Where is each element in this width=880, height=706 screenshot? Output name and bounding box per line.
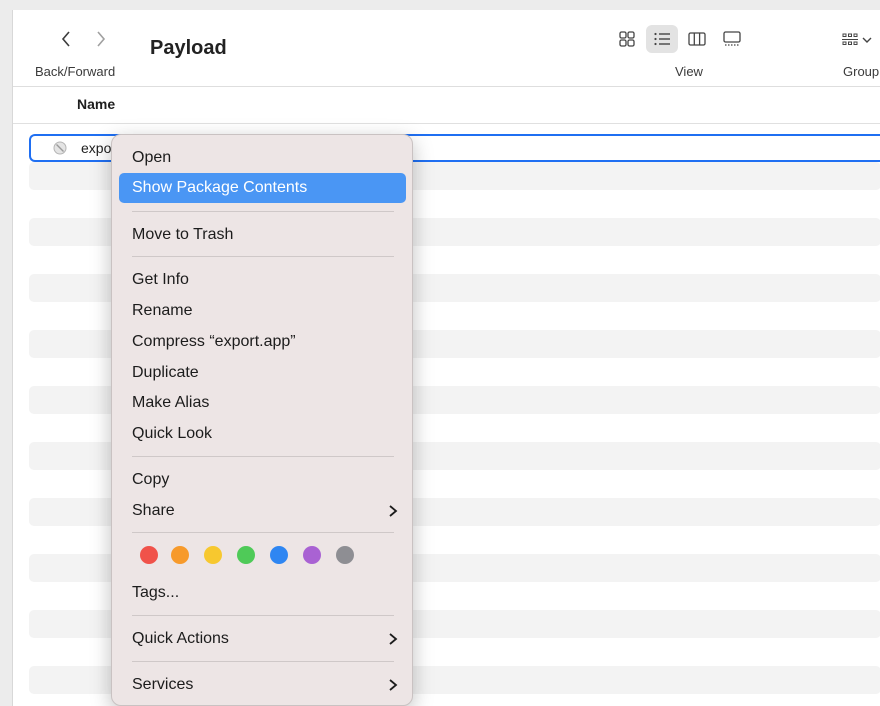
icon-view-button[interactable] — [611, 25, 643, 53]
group-icon — [842, 33, 858, 45]
menu-separator — [132, 456, 394, 457]
menu-separator — [132, 211, 394, 212]
menu-separator — [132, 532, 394, 533]
menu-item-quick-look[interactable]: Quick Look — [119, 419, 406, 449]
menu-item-label: Duplicate — [132, 364, 199, 381]
chevron-right-icon — [389, 633, 398, 645]
app-icon — [53, 141, 67, 155]
menu-item-tags[interactable]: Tags... — [119, 578, 406, 608]
back-button[interactable] — [55, 26, 77, 52]
menu-item-label: Move to Trash — [132, 226, 234, 243]
menu-item-label: Services — [132, 676, 194, 693]
menu-item-open[interactable]: Open — [119, 143, 406, 173]
column-header[interactable]: Name — [13, 87, 880, 124]
tag-purple[interactable] — [303, 546, 321, 564]
tag-blue[interactable] — [270, 546, 288, 564]
menu-item-label: Make Alias — [132, 394, 210, 411]
menu-item-show-package-contents[interactable]: Show Package Contents — [119, 173, 406, 203]
menu-item-label: Open — [132, 149, 172, 166]
menu-item-label: Share — [132, 502, 175, 519]
window-title: Payload — [150, 37, 227, 59]
list-view-button[interactable] — [646, 25, 678, 53]
menu-separator — [132, 256, 394, 257]
context-menu: Open Show Package Contents Move to Trash… — [111, 134, 413, 706]
icon-view-icon — [619, 31, 635, 47]
menu-separator — [132, 661, 394, 662]
menu-item-get-info[interactable]: Get Info — [119, 265, 406, 295]
tag-yellow[interactable] — [204, 546, 222, 564]
chevron-down-icon — [862, 37, 872, 43]
file-name: expo — [81, 140, 112, 156]
menu-item-label: Rename — [132, 302, 193, 319]
tag-orange[interactable] — [171, 546, 189, 564]
group-button[interactable] — [840, 26, 880, 54]
menu-item-rename[interactable]: Rename — [119, 296, 406, 326]
menu-item-services[interactable]: Services — [119, 670, 406, 700]
tag-green[interactable] — [237, 546, 255, 564]
chevron-left-icon — [61, 31, 70, 47]
tag-red[interactable] — [140, 546, 158, 564]
list-view-icon — [654, 32, 670, 46]
menu-item-label: Get Info — [132, 271, 189, 288]
gallery-view-button[interactable] — [716, 25, 748, 53]
view-mode-switcher — [611, 24, 751, 54]
back-forward-label: Back/Forward — [35, 64, 116, 79]
group-label: Group — [843, 64, 880, 79]
menu-item-label: Compress “export.app” — [132, 333, 296, 350]
column-view-icon — [688, 32, 706, 46]
menu-item-label: Quick Look — [132, 425, 213, 442]
menu-item-quick-actions[interactable]: Quick Actions — [119, 624, 406, 654]
gallery-view-icon — [723, 31, 741, 46]
menu-item-copy[interactable]: Copy — [119, 465, 406, 495]
chevron-right-icon — [389, 679, 398, 691]
tag-gray[interactable] — [336, 546, 354, 564]
view-label: View — [675, 64, 703, 79]
menu-item-compress[interactable]: Compress “export.app” — [119, 327, 406, 357]
chevron-right-icon — [389, 505, 398, 517]
forward-button[interactable] — [90, 26, 112, 52]
menu-item-make-alias[interactable]: Make Alias — [119, 388, 406, 418]
menu-item-label: Tags... — [132, 584, 180, 601]
toolbar: Back/Forward Payload View Group — [13, 10, 880, 87]
menu-item-share[interactable]: Share — [119, 496, 406, 526]
name-column-header[interactable]: Name — [77, 96, 115, 112]
menu-item-label: Quick Actions — [132, 630, 229, 647]
menu-item-move-to-trash[interactable]: Move to Trash — [119, 220, 406, 250]
menu-item-duplicate[interactable]: Duplicate — [119, 358, 406, 388]
chevron-right-icon — [97, 31, 106, 47]
menu-separator — [132, 615, 394, 616]
menu-item-label: Copy — [132, 471, 170, 488]
menu-item-label: Show Package Contents — [132, 179, 308, 196]
column-view-button[interactable] — [681, 25, 713, 53]
